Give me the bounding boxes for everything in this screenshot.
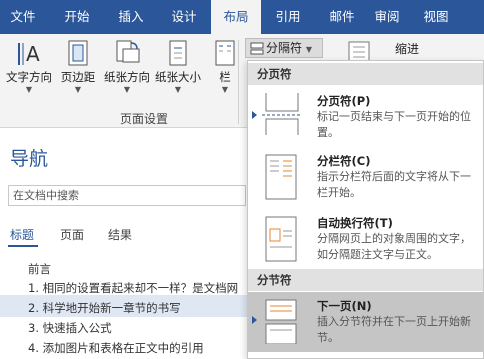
menu-item-next-page[interactable]: 下一页(N) 插入分节符并在下一页上开始新节。 — [248, 292, 483, 352]
indent-label: 缩进 — [395, 42, 420, 56]
tab-design[interactable]: 设计 — [160, 0, 208, 34]
chevron-down-icon: ▼ — [305, 45, 312, 54]
svg-text:A: A — [26, 42, 40, 66]
menu-item-title: 下一页(N) — [317, 299, 372, 313]
columns-label: 栏 — [219, 70, 231, 84]
text-direction-button[interactable]: A 文字方向 ▼ — [4, 39, 54, 94]
menu-item-description: 分隔网页上的对象周围的文字，如分隔题注文字与正文。 — [317, 232, 471, 261]
chevron-down-icon: ▼ — [123, 85, 131, 94]
list-item[interactable]: 1. 相同的设置看起来却不一样？是文档网 — [28, 280, 238, 296]
menu-item-text-wrapping-break[interactable]: 自动换行符(T) 分隔网页上的对象周围的文字，如分隔题注文字与正文。 — [248, 209, 483, 269]
chevron-down-icon: ▼ — [74, 85, 82, 94]
chevron-down-icon: ▼ — [221, 85, 229, 94]
orientation-label: 纸张方向 — [104, 70, 150, 84]
orientation-button[interactable]: 纸张方向 ▼ — [102, 39, 152, 94]
tab-results[interactable]: 结果 — [108, 226, 132, 243]
chevron-down-icon: ▼ — [25, 85, 33, 94]
tab-references[interactable]: 引用 — [264, 0, 312, 34]
breaks-dropdown-menu: 分页符 分页符(P) 标记一页结束与下一页开始的位置。 分栏符(C) 指示分栏符… — [247, 60, 484, 359]
search-input[interactable]: 在文档中搜索 — [8, 185, 246, 206]
page-setup-group-label: 页面设置 — [120, 112, 169, 126]
margins-label: 页边距 — [60, 70, 96, 84]
group-divider — [238, 40, 239, 124]
breaks-button-label: 分隔符 — [266, 41, 303, 55]
next-page-break-icon — [265, 299, 297, 344]
size-label: 纸张大小 — [155, 70, 201, 84]
menu-item-column-break[interactable]: 分栏符(C) 指示分栏符后面的文字将从下一栏开始。 — [248, 147, 483, 207]
section-header-page-breaks: 分页符 — [248, 63, 483, 85]
menu-item-title: 分栏符(C) — [317, 154, 371, 168]
tab-layout[interactable]: 布局 — [211, 0, 261, 34]
text-direction-icon: A — [18, 42, 40, 66]
marker-icon — [252, 316, 257, 324]
margins-icon — [68, 40, 88, 66]
columns-button[interactable]: 栏 ▼ — [212, 39, 238, 94]
menu-item-title: 自动换行符(T) — [317, 216, 393, 230]
text-wrapping-break-icon — [265, 216, 297, 262]
tab-home[interactable]: 开始 — [52, 0, 102, 34]
breaks-icon — [250, 42, 264, 55]
active-tab-underline — [8, 245, 38, 247]
chevron-down-icon: ▼ — [174, 85, 182, 94]
tab-headings[interactable]: 标题 — [10, 226, 34, 243]
tab-pages[interactable]: 页面 — [60, 226, 84, 243]
tab-file[interactable]: 文件 — [0, 0, 46, 34]
tab-review[interactable]: 审阅 — [365, 0, 409, 34]
text-direction-label: 文字方向 — [6, 70, 52, 84]
menu-item-description: 指示分栏符后面的文字将从下一栏开始。 — [317, 170, 471, 199]
navigation-pane: 导航 在文档中搜索 标题 页面 结果 前言 1. 相同的设置看起来却不一样？是文… — [0, 128, 250, 359]
column-break-icon — [265, 154, 297, 200]
menu-item-page-break[interactable]: 分页符(P) 标记一页结束与下一页开始的位置。 — [248, 87, 483, 144]
tab-view[interactable]: 视图 — [413, 0, 459, 34]
list-item[interactable]: 3. 快速插入公式 — [28, 320, 112, 336]
list-item[interactable]: 4. 添加图片和表格在正文中的引用 — [28, 340, 204, 356]
list-item[interactable]: 2. 科学地开始新一章节的书写 — [28, 300, 181, 316]
menu-item-title: 分页符(P) — [317, 94, 371, 108]
ribbon-tab-bar: 文件 开始 插入 设计 布局 引用 邮件 审阅 视图 — [0, 0, 484, 34]
menu-item-description: 标记一页结束与下一页开始的位置。 — [317, 110, 471, 139]
list-item[interactable]: 前言 — [28, 261, 51, 277]
menu-item-description: 插入分节符并在下一页上开始新节。 — [317, 315, 471, 344]
marker-icon — [252, 111, 257, 119]
margins-button[interactable]: 页边距 ▼ — [56, 39, 100, 94]
page-break-icon — [262, 93, 302, 135]
tab-mailings[interactable]: 邮件 — [318, 0, 366, 34]
section-header-section-breaks: 分节符 — [248, 269, 483, 291]
tab-insert[interactable]: 插入 — [107, 0, 155, 34]
paper-size-icon — [169, 40, 187, 66]
size-button[interactable]: 纸张大小 ▼ — [153, 39, 203, 94]
breaks-dropdown-button[interactable]: 分隔符 ▼ — [245, 38, 323, 58]
nav-title: 导航 — [10, 148, 49, 170]
orientation-icon — [116, 40, 140, 63]
columns-icon — [215, 40, 235, 66]
